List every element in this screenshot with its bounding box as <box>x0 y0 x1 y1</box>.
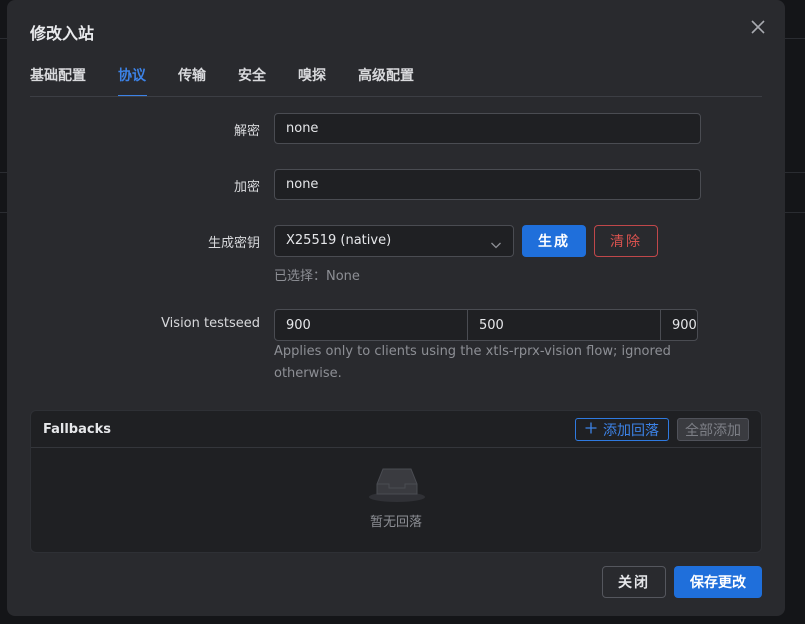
modal-title: 修改入站 <box>30 24 95 43</box>
selected-key-hint: 已选择：None <box>274 269 360 284</box>
close-button[interactable]: 关闭 <box>602 566 666 598</box>
vision-testseed-label: Vision testseed <box>161 316 260 331</box>
empty-inbox-icon <box>367 464 427 504</box>
edit-inbound-modal: 修改入站 基础配置 协议 传输 安全 嗅探 高级配置 解密 加密 生成密钥 X2… <box>7 0 785 616</box>
vision-help-text-line-1: Applies only to clients using the xtls-r… <box>274 344 671 359</box>
key-type-select[interactable]: X25519 (native) <box>274 225 514 257</box>
add-fallback-label: 添加回落 <box>603 422 659 439</box>
testseed-input-3[interactable] <box>661 310 785 340</box>
fallbacks-panel: Fallbacks 添加回落 全部添加 暂无回落 <box>30 410 762 553</box>
encryption-input[interactable] <box>274 169 701 200</box>
backdrop-divider <box>785 212 805 213</box>
empty-state-text: 暂无回落 <box>369 515 422 530</box>
fallbacks-header-divider <box>31 447 761 448</box>
tab-protocol[interactable]: 协议 <box>118 65 146 85</box>
close-icon[interactable] <box>747 16 769 38</box>
tabs-divider <box>30 96 762 97</box>
generate-button[interactable]: 生成 <box>522 225 586 257</box>
tab-sniffing[interactable]: 嗅探 <box>298 65 326 85</box>
backdrop-divider <box>0 212 7 213</box>
tab-bar: 基础配置 协议 传输 安全 嗅探 高级配置 <box>30 62 762 97</box>
clear-button[interactable]: 清除 <box>594 225 658 257</box>
tab-basic-config[interactable]: 基础配置 <box>30 65 86 85</box>
decryption-label: 解密 <box>233 124 260 139</box>
plus-icon <box>585 422 597 438</box>
tab-advanced-config[interactable]: 高级配置 <box>358 65 414 85</box>
keygen-label: 生成密钥 <box>207 236 260 251</box>
chevron-down-icon <box>490 236 502 249</box>
encryption-label: 加密 <box>233 180 260 195</box>
add-all-button[interactable]: 全部添加 <box>677 418 749 441</box>
save-changes-button[interactable]: 保存更改 <box>674 566 762 598</box>
decryption-input[interactable] <box>274 113 701 144</box>
backdrop-divider <box>785 38 805 39</box>
backdrop-divider <box>785 172 805 173</box>
testseed-input-2[interactable] <box>468 310 661 340</box>
backdrop-divider <box>0 172 7 173</box>
vision-testseed-inputs <box>274 309 785 341</box>
vision-help-text-line-2: otherwise. <box>274 366 342 381</box>
key-type-selected-value: X25519 (native) <box>286 233 392 248</box>
fallbacks-title: Fallbacks <box>43 422 111 437</box>
tab-transport[interactable]: 传输 <box>178 65 206 85</box>
testseed-input-1[interactable] <box>275 310 468 340</box>
add-fallback-button[interactable]: 添加回落 <box>575 418 669 441</box>
backdrop-divider <box>0 38 7 39</box>
tab-security[interactable]: 安全 <box>238 65 266 85</box>
